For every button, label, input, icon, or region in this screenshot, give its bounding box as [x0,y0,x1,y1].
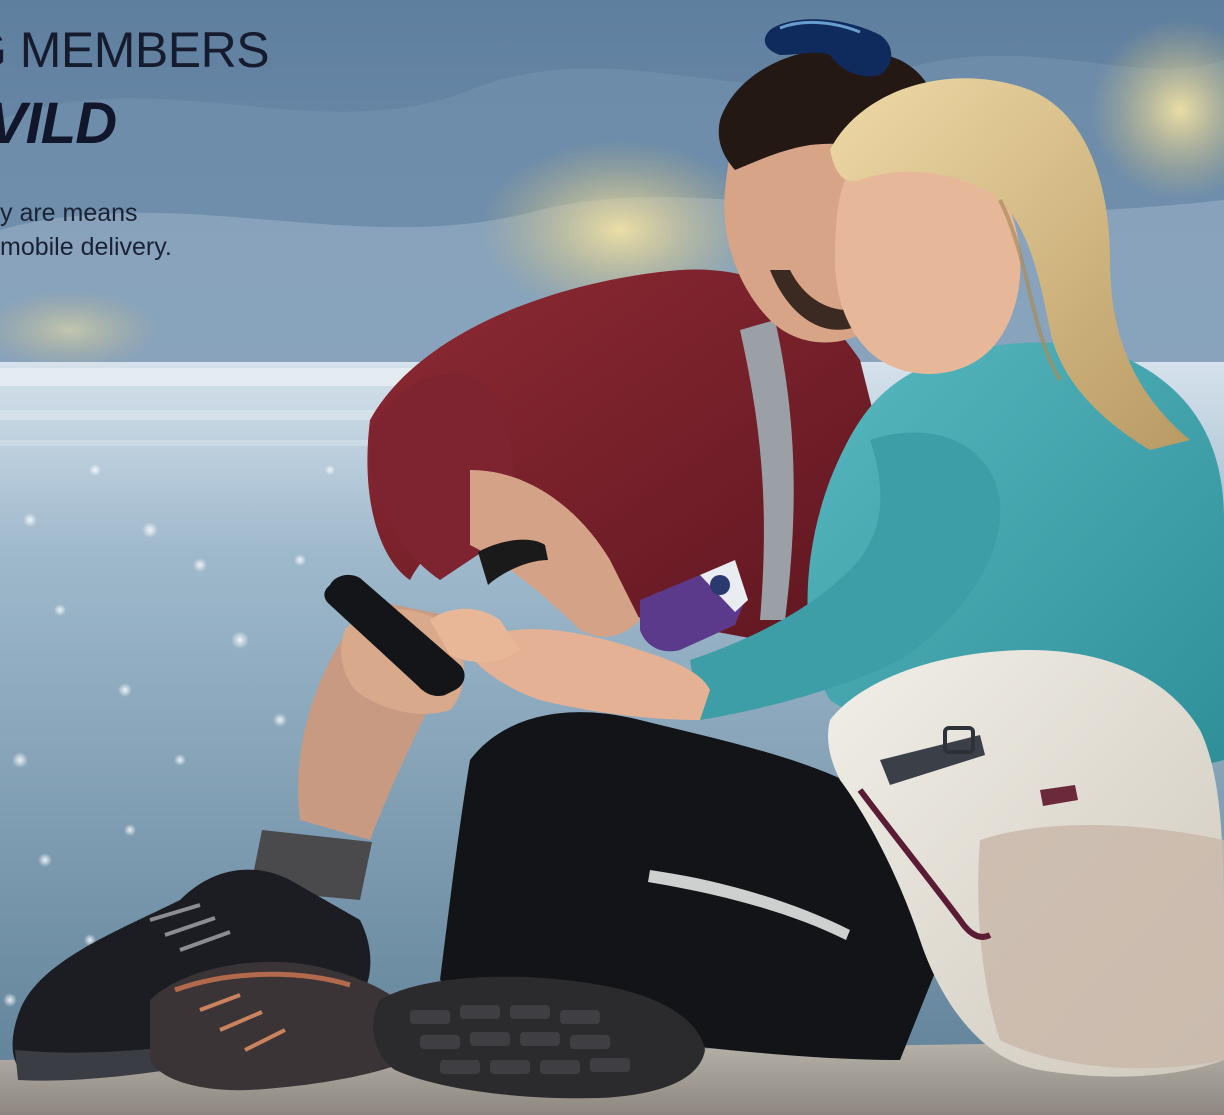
subcopy-line-1: y are means [0,199,138,227]
headline-line-2: VILD [0,91,117,156]
hero-page: G MEMBERS VILD y are means mobile delive… [0,0,1224,1115]
hero-text-block: G MEMBERS VILD y are means mobile delive… [0,0,560,300]
headline-line-1: G MEMBERS [0,22,270,78]
hero-subcopy: y are means mobile delivery. [0,196,172,264]
subcopy-line-2: mobile delivery. [0,233,172,261]
